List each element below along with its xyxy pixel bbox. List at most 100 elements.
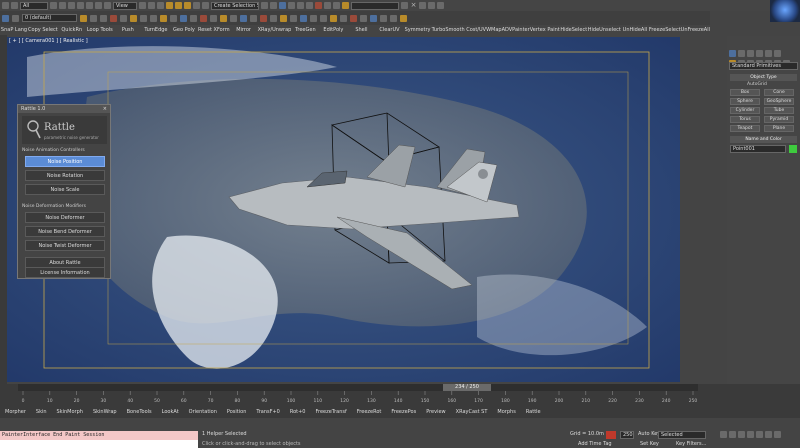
noise-position-button[interactable]: Noise Position bbox=[25, 156, 105, 167]
modify-tab-icon[interactable] bbox=[738, 50, 745, 57]
cmd-quickrn[interactable]: QuickRn bbox=[58, 27, 86, 33]
mod-skin[interactable]: Skin bbox=[36, 409, 47, 415]
cmd-copy-select[interactable]: Copy Select bbox=[28, 27, 58, 33]
mod-lookat[interactable]: LookAt bbox=[162, 409, 179, 415]
unlink-icon[interactable] bbox=[2, 14, 9, 22]
undo-icon[interactable] bbox=[2, 2, 9, 9]
cmd-hideselect[interactable]: HideSelect bbox=[560, 27, 588, 33]
named-selection-dropdown[interactable]: Create Selection Se bbox=[211, 1, 259, 10]
maxscript-input[interactable] bbox=[0, 440, 198, 448]
maxscript-listener[interactable]: PainterInterface End Paint Session bbox=[0, 431, 198, 440]
align-icon[interactable] bbox=[270, 2, 277, 9]
motion-tab-icon[interactable] bbox=[756, 50, 763, 57]
snap-toggle-icon[interactable] bbox=[166, 2, 173, 9]
mod-rot[interactable]: Rot+0 bbox=[290, 409, 306, 415]
zoom-all-icon[interactable] bbox=[729, 431, 736, 438]
field-of-view-icon[interactable] bbox=[747, 431, 754, 438]
mod-bonetools[interactable]: BoneTools bbox=[127, 409, 152, 415]
mod-orientation[interactable]: Orientation bbox=[189, 409, 217, 415]
quick-tool-20-icon[interactable] bbox=[400, 14, 407, 22]
select-tool-icon[interactable] bbox=[200, 14, 207, 22]
pivot-icon[interactable] bbox=[139, 2, 146, 9]
quick-tool-5-icon[interactable] bbox=[250, 14, 257, 22]
cone-button[interactable]: Cone bbox=[764, 89, 794, 96]
array-icon[interactable] bbox=[120, 14, 127, 22]
primitives-dropdown[interactable]: Standard Primitives bbox=[729, 62, 798, 70]
noise-twist-deformer-button[interactable]: Noise Twist Deformer bbox=[25, 240, 105, 251]
keyboard-shortcut-icon[interactable] bbox=[157, 2, 164, 9]
pyramid-button[interactable]: Pyramid bbox=[764, 116, 794, 123]
cmd-push[interactable]: Push bbox=[114, 27, 142, 33]
layer-manager-icon[interactable] bbox=[279, 2, 286, 9]
scale-icon[interactable] bbox=[104, 2, 111, 9]
time-slider-thumb[interactable]: 234 / 250 bbox=[443, 384, 491, 391]
mirror-icon[interactable] bbox=[261, 2, 268, 9]
clone-icon[interactable] bbox=[140, 14, 147, 22]
render-icon[interactable] bbox=[342, 2, 349, 9]
pan-icon[interactable] bbox=[756, 431, 763, 438]
quick-tool-17-icon[interactable] bbox=[370, 14, 377, 22]
angle-snap-icon[interactable] bbox=[175, 2, 182, 9]
maximize-icon[interactable] bbox=[428, 2, 435, 9]
cmd-snap-lang[interactable]: SnaP Lang bbox=[0, 27, 28, 33]
render-production-icon[interactable] bbox=[401, 2, 408, 9]
cmd-xray-unwrap[interactable]: XRay/Unwrap bbox=[258, 27, 292, 33]
close-icon[interactable]: × bbox=[410, 2, 417, 9]
mod-xraycast[interactable]: XRayCast ST bbox=[456, 409, 488, 415]
schematic-view-icon[interactable] bbox=[306, 2, 313, 9]
window-crossing-icon[interactable] bbox=[77, 2, 84, 9]
noise-bend-deformer-button[interactable]: Noise Bend Deformer bbox=[25, 226, 105, 237]
current-frame-field[interactable]: 250 bbox=[620, 431, 634, 439]
rename-icon[interactable] bbox=[160, 14, 167, 22]
box-button[interactable]: Box bbox=[730, 89, 760, 96]
quick-tool-16-icon[interactable] bbox=[360, 14, 367, 22]
quick-tool-12-icon[interactable] bbox=[320, 14, 327, 22]
auto-key-toggle[interactable] bbox=[606, 431, 616, 439]
autogrid-checkbox[interactable]: AutoGrid bbox=[747, 82, 767, 87]
rect-select-icon[interactable] bbox=[68, 2, 75, 9]
orbit-icon[interactable] bbox=[765, 431, 772, 438]
quick-tool-1-icon[interactable] bbox=[210, 14, 217, 22]
cmd-unhideall[interactable]: UnHideAll bbox=[621, 27, 649, 33]
render-setup-icon[interactable] bbox=[324, 2, 331, 9]
quick-tool-19-icon[interactable] bbox=[390, 14, 397, 22]
quick-tool-11-icon[interactable] bbox=[310, 14, 317, 22]
cmd-clearuv[interactable]: ClearUV bbox=[375, 27, 403, 33]
quick-tool-8-icon[interactable] bbox=[280, 14, 287, 22]
mod-transf[interactable]: TransF+0 bbox=[256, 409, 279, 415]
cmd-turnedge[interactable]: TurnEdge bbox=[142, 27, 170, 33]
cylinder-button[interactable]: Cylinder bbox=[730, 107, 760, 114]
cmd-loop-tools[interactable]: Loop Tools bbox=[86, 27, 114, 33]
object-color-swatch[interactable] bbox=[789, 145, 797, 153]
cmd-reset-xform[interactable]: Reset XForm bbox=[198, 27, 230, 33]
mod-preview[interactable]: Preview bbox=[426, 409, 445, 415]
display-tab-icon[interactable] bbox=[765, 50, 772, 57]
object-name-field[interactable]: Point001 bbox=[730, 145, 786, 153]
noise-deformer-button[interactable]: Noise Deformer bbox=[25, 212, 105, 223]
maximize-viewport-icon[interactable] bbox=[774, 431, 781, 438]
render-preset-dropdown[interactable] bbox=[351, 1, 399, 10]
rotate-icon[interactable] bbox=[95, 2, 102, 9]
pivot-tool-icon[interactable] bbox=[90, 14, 97, 22]
move-icon[interactable] bbox=[86, 2, 93, 9]
cmd-treegen[interactable]: TreeGen bbox=[291, 27, 319, 33]
time-slider-track[interactable]: 234 / 250 bbox=[18, 384, 698, 391]
ground-icon[interactable] bbox=[170, 14, 177, 22]
help-icon[interactable] bbox=[437, 2, 444, 9]
cmd-shell[interactable]: Shell bbox=[347, 27, 375, 33]
quick-tool-4-icon[interactable] bbox=[240, 14, 247, 22]
create-layer-icon[interactable] bbox=[80, 14, 87, 22]
orient-icon[interactable] bbox=[180, 14, 187, 22]
mod-morpher[interactable]: Morpher bbox=[5, 409, 26, 415]
mod-freezepos[interactable]: FreezePos bbox=[391, 409, 416, 415]
create-tab-icon[interactable] bbox=[729, 50, 736, 57]
anim-icon[interactable] bbox=[130, 14, 137, 22]
quick-tool-3-icon[interactable] bbox=[230, 14, 237, 22]
license-information-button[interactable]: License Information bbox=[25, 267, 105, 278]
minimize-icon[interactable] bbox=[419, 2, 426, 9]
cmd-unfreezeall[interactable]: UnFreezeAll bbox=[681, 27, 710, 33]
select-manipulate-icon[interactable] bbox=[148, 2, 155, 9]
cmd-freezeselect[interactable]: FreezeSelect bbox=[649, 27, 681, 33]
quick-tool-15-icon[interactable] bbox=[350, 14, 357, 22]
cmd-geo-poly[interactable]: Geo Poly bbox=[170, 27, 198, 33]
